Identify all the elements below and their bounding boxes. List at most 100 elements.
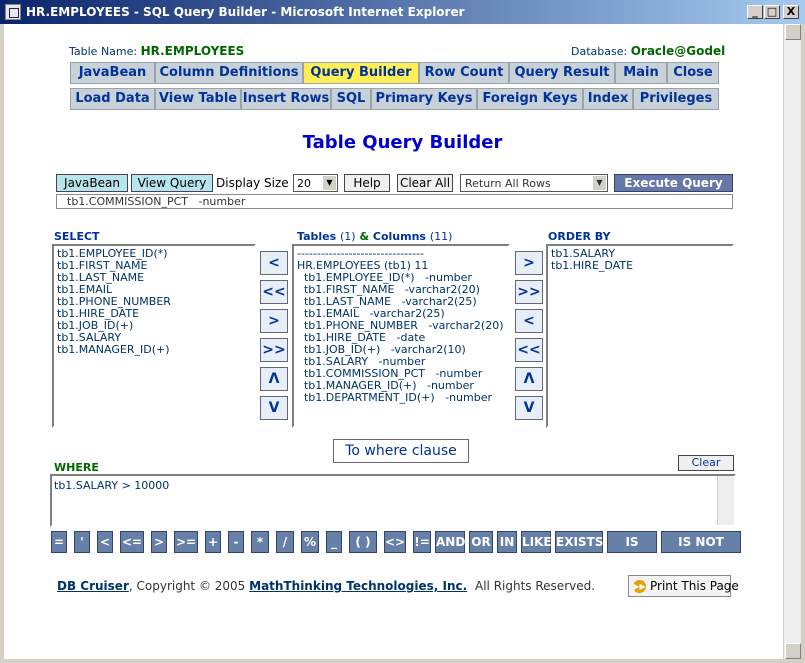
op-and-button[interactable]: AND — [435, 531, 465, 553]
rights-text: All Rights Reserved. — [475, 579, 596, 593]
where-header: WHERE — [54, 461, 99, 474]
clear-where-button[interactable]: Clear — [678, 455, 734, 471]
tab-view-table[interactable]: View Table — [155, 88, 241, 110]
tab-main[interactable]: Main — [615, 62, 667, 84]
op-underscore-button[interactable]: _ — [326, 531, 342, 553]
add-all-to-select-button[interactable]: >> — [260, 338, 288, 362]
tab-close[interactable]: Close — [667, 62, 719, 84]
op-exists-button[interactable]: EXISTS — [555, 531, 603, 553]
op-minus-button[interactable]: - — [228, 531, 244, 553]
vertical-scrollbar[interactable] — [783, 24, 801, 659]
op-in-button[interactable]: IN — [497, 531, 517, 553]
where-scrollbar[interactable] — [717, 476, 734, 525]
tab-query-builder[interactable]: Query Builder — [303, 62, 419, 84]
remove-all-from-order-button[interactable]: << — [515, 338, 543, 362]
display-size-select[interactable]: 20 ▼ — [293, 174, 338, 192]
op-quote-button[interactable]: ' — [74, 531, 90, 553]
display-size-label: Display Size — [216, 176, 289, 190]
tab-load-data[interactable]: Load Data — [70, 88, 155, 110]
op-like-button[interactable]: LIKE — [521, 531, 552, 553]
op-plus-button[interactable]: + — [205, 531, 221, 553]
op-eq-button[interactable]: = — [51, 531, 67, 553]
remove-from-select-button[interactable]: < — [260, 251, 288, 275]
tab-javabean[interactable]: JavaBean — [70, 62, 155, 84]
footer: DB Cruiser, Copyright © 2005 MathThinkin… — [57, 579, 595, 593]
op-lte-button[interactable]: <= — [120, 531, 144, 553]
op-gt-button[interactable]: > — [151, 531, 167, 553]
op-parens-button[interactable]: ( ) — [349, 531, 377, 553]
tables-columns-list[interactable]: -------------------------------- HR.EMPLO… — [292, 244, 510, 428]
add-to-order-button[interactable]: > — [515, 251, 543, 275]
scroll-up-arrow-icon[interactable] — [785, 24, 801, 40]
title-bar: HR.EMPLOYEES - SQL Query Builder - Micro… — [0, 0, 805, 24]
tab-insert-rows[interactable]: Insert Rows — [241, 88, 331, 110]
view-query-button[interactable]: View Query — [131, 174, 213, 192]
columns-label: Columns — [372, 230, 426, 243]
op-percent-button[interactable]: % — [301, 531, 319, 553]
order-by-list-item[interactable]: tb1.HIRE_DATE — [551, 260, 729, 272]
tab-primary-keys[interactable]: Primary Keys — [371, 88, 477, 110]
table-name-label: Table Name: — [69, 45, 138, 58]
ampersand: & — [359, 230, 370, 243]
op-is-null-button[interactable]: IS NULL — [607, 531, 657, 569]
database-value: Oracle@Godel — [630, 44, 726, 58]
remove-all-from-select-button[interactable]: << — [260, 280, 288, 304]
select-header: SELECT — [54, 230, 100, 243]
tables-columns-header: Tables (1) & Columns (11) — [297, 230, 452, 243]
close-window-button[interactable]: X — [783, 5, 799, 19]
move-up-order-button[interactable]: Λ — [515, 367, 543, 391]
tab-query-result[interactable]: Query Result — [509, 62, 615, 84]
double-arrow-icon: ▶▶ — [633, 580, 646, 593]
tab-column-definitions[interactable]: Column Definitions — [155, 62, 303, 84]
db-cruiser-link[interactable]: DB Cruiser — [57, 579, 129, 593]
query-mode-select[interactable]: Return All Rows ▼ — [460, 174, 608, 192]
chevron-down-icon[interactable]: ▼ — [593, 176, 606, 190]
clear-all-button[interactable]: Clear All — [397, 174, 453, 192]
add-all-to-order-button[interactable]: >> — [515, 280, 543, 304]
op-lt-button[interactable]: < — [97, 531, 113, 553]
op-times-button[interactable]: * — [251, 531, 269, 553]
minimize-button[interactable]: _ — [747, 5, 763, 19]
columns-count: (11) — [429, 230, 453, 243]
maximize-button[interactable]: □ — [764, 5, 780, 19]
javabean-button[interactable]: JavaBean — [56, 174, 128, 192]
company-link[interactable]: MathThinking Technologies, Inc. — [249, 579, 467, 593]
add-to-select-button[interactable]: > — [260, 309, 288, 333]
select-list-item[interactable]: tb1.MANAGER_ID(+) — [57, 344, 251, 356]
tab-privileges[interactable]: Privileges — [633, 88, 719, 110]
tables-count: (1) — [340, 230, 356, 243]
query-mode-value: Return All Rows — [465, 177, 551, 190]
order-by-list[interactable]: tb1.SALARY tb1.HIRE_DATE — [546, 244, 734, 428]
ie-icon — [5, 4, 21, 20]
to-where-clause-button[interactable]: To where clause — [333, 439, 469, 463]
op-neq-button[interactable]: <> — [384, 531, 406, 553]
column-info-line: tb1.COMMISSION_PCT -number — [56, 194, 733, 209]
move-down-order-button[interactable]: V — [515, 396, 543, 420]
op-or-button[interactable]: OR — [469, 531, 493, 553]
op-is-not-null-button[interactable]: IS NOT NULL — [661, 531, 741, 569]
tables-label: Tables — [297, 230, 337, 243]
tab-foreign-keys[interactable]: Foreign Keys — [477, 88, 583, 110]
where-textarea[interactable]: tb1.SALARY > 10000 — [50, 474, 736, 527]
tab-sql[interactable]: SQL — [331, 88, 371, 110]
table-name-line: Table Name: HR.EMPLOYEES — [69, 44, 244, 58]
order-by-header: ORDER BY — [548, 230, 611, 243]
help-button[interactable]: Help — [344, 174, 390, 192]
database-label: Database: — [571, 45, 628, 58]
copyright-text: , Copyright © 2005 — [128, 579, 246, 593]
remove-from-order-button[interactable]: < — [515, 309, 543, 333]
chevron-down-icon[interactable]: ▼ — [323, 176, 336, 190]
tab-row-count[interactable]: Row Count — [419, 62, 509, 84]
tables-list-item[interactable]: tb1.DEPARTMENT_ID(+) -number — [297, 392, 505, 404]
where-text: tb1.SALARY > 10000 — [54, 479, 170, 492]
op-divide-button[interactable]: / — [276, 531, 294, 553]
move-up-select-button[interactable]: Λ — [260, 367, 288, 391]
move-down-select-button[interactable]: V — [260, 396, 288, 420]
scroll-down-arrow-icon[interactable] — [785, 643, 801, 659]
op-gte-button[interactable]: >= — [174, 531, 198, 553]
execute-query-button[interactable]: Execute Query — [614, 174, 733, 192]
select-list[interactable]: tb1.EMPLOYEE_ID(*) tb1.FIRST_NAME tb1.LAST… — [52, 244, 256, 428]
tab-index[interactable]: Index — [583, 88, 633, 110]
print-page-button[interactable]: ▶▶ Print This Page — [628, 575, 739, 597]
op-not-eq-button[interactable]: != — [413, 531, 431, 553]
